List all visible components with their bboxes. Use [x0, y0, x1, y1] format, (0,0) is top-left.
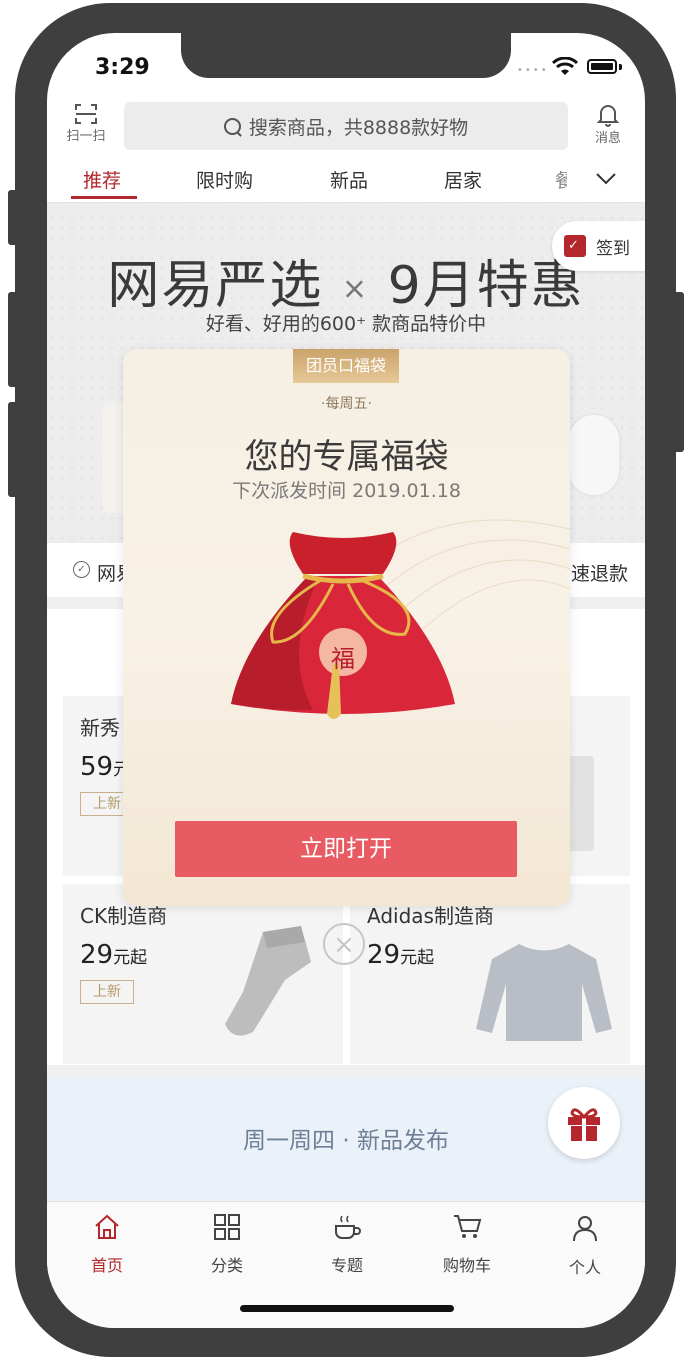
check-circle-icon: ✓ — [73, 561, 90, 578]
modal-subtitle: 下次派发时间 2019.01.18 — [232, 480, 461, 502]
modal-title: 您的专属福袋 — [244, 437, 449, 477]
battery-icon — [587, 59, 617, 74]
wifi-icon — [552, 57, 578, 75]
gift-icon — [568, 1108, 600, 1141]
nav-profile-label: 个人 — [568, 1258, 601, 1277]
tab-flash-sale[interactable]: 限时购 — [196, 166, 253, 193]
battery-tip — [619, 64, 622, 70]
tab-recommend[interactable]: 推荐 — [83, 166, 121, 193]
power-button — [674, 292, 684, 452]
cup-icon — [335, 1215, 361, 1239]
socks-image — [225, 926, 311, 1036]
nav-profile[interactable]: 个人 — [545, 1214, 625, 1278]
nav-home-label: 首页 — [90, 1256, 123, 1275]
promise-right-text: 速退款 — [571, 563, 629, 585]
notch — [181, 33, 511, 78]
tab-food[interactable]: 餐 — [555, 166, 567, 193]
signal-dots: •••• — [517, 65, 549, 76]
member-ribbon: 团员口福袋 — [293, 349, 399, 383]
mute-switch — [8, 190, 18, 245]
signin-label: 签到 — [596, 238, 630, 259]
scan-button[interactable]: 扫一扫 — [61, 103, 111, 144]
nav-topic[interactable]: 专题 — [307, 1214, 387, 1276]
close-icon[interactable]: × — [323, 923, 365, 965]
weekly-label: ·每周五· — [321, 396, 372, 412]
nav-home[interactable]: 首页 — [67, 1214, 147, 1276]
tab-home[interactable]: 居家 — [444, 166, 482, 193]
banner-subtitle: 好看、好用的600⁺ 款商品特价中 — [205, 313, 487, 335]
home-indicator[interactable] — [240, 1305, 454, 1312]
message-label: 消息 — [594, 131, 621, 146]
nav-category[interactable]: 分类 — [187, 1214, 267, 1276]
card-price: 29元起 — [367, 940, 435, 970]
banner-title-x: × — [341, 271, 370, 307]
nav-category-label: 分类 — [210, 1256, 243, 1275]
brand-card-3[interactable]: CK制造商 29元起 上新 — [63, 884, 343, 1064]
section-divider-2 — [47, 1065, 645, 1077]
nav-cart[interactable]: 购物车 — [427, 1214, 507, 1276]
calendar-icon — [564, 235, 586, 257]
sweater-image — [476, 944, 612, 1041]
lucky-bag-modal: 团员口福袋 ·每周五· 您的专属福袋 下次派发时间 2019.01.18 福 立… — [123, 349, 570, 906]
search-input[interactable]: 搜索商品，共8888款好物 — [124, 102, 568, 150]
banner-title-right: 9月特惠 — [387, 256, 585, 316]
screen: 3:29 •••• 扫一扫 搜索商品，共8888款好物 消息 推荐 限时购 新品… — [47, 33, 645, 1328]
bell-icon — [597, 105, 619, 127]
grid-icon — [214, 1214, 240, 1240]
gift-button[interactable] — [548, 1087, 620, 1159]
chevron-down-icon[interactable] — [595, 172, 617, 186]
banner-product-right — [567, 413, 621, 497]
person-icon — [573, 1216, 597, 1242]
card-price: 29元起 — [80, 940, 148, 970]
signin-button[interactable]: 签到 — [552, 221, 645, 271]
banner-title-left: 网易严选 — [107, 256, 324, 316]
new-tag: 上新 — [80, 980, 134, 1004]
tab-new[interactable]: 新品 — [330, 166, 368, 193]
home-icon — [95, 1214, 119, 1239]
volume-up-button — [8, 292, 18, 387]
status-time: 3:29 — [95, 55, 150, 80]
volume-down-button — [8, 402, 18, 497]
nav-topic-label: 专题 — [330, 1256, 363, 1275]
bag-fu-character: 福 — [331, 645, 355, 673]
search-placeholder: 搜索商品，共8888款好物 — [248, 116, 469, 139]
cart-icon — [454, 1215, 482, 1238]
scan-icon — [75, 104, 97, 124]
nav-cart-label: 购物车 — [442, 1256, 491, 1275]
open-bag-button[interactable]: 立即打开 — [175, 821, 517, 877]
lucky-bag-image — [231, 532, 455, 719]
scan-label: 扫一扫 — [66, 129, 106, 144]
active-tab-underline — [71, 196, 137, 199]
message-button[interactable]: 消息 — [583, 103, 633, 146]
brand-card-4[interactable]: Adidas制造商 29元起 — [350, 884, 630, 1064]
search-icon — [223, 117, 241, 135]
card-brand: 新秀 — [80, 716, 120, 740]
category-tabs: 推荐 限时购 新品 居家 餐 — [47, 158, 645, 203]
